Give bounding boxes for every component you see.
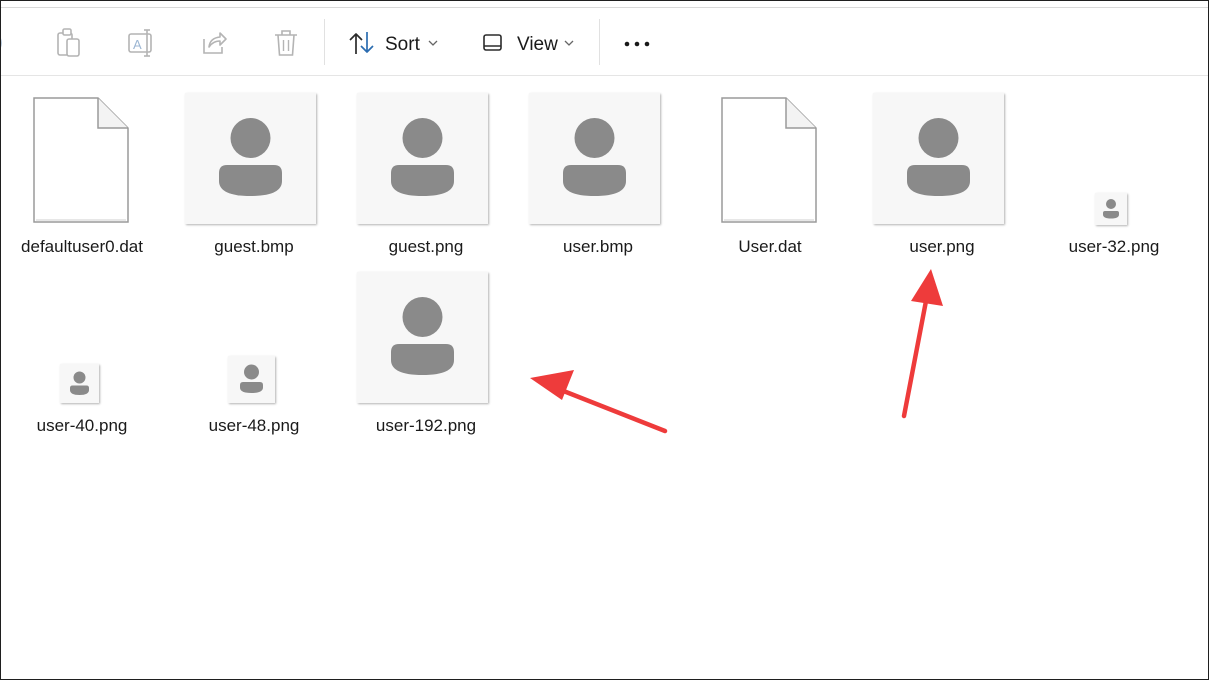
view-icon xyxy=(483,34,502,51)
window-top-border xyxy=(1,7,1208,8)
file-name: guest.png xyxy=(388,237,464,256)
rename-icon[interactable]: A xyxy=(127,25,157,61)
sort-label: Sort xyxy=(385,34,420,55)
sort-arrows-icon xyxy=(349,32,374,54)
svg-text:A: A xyxy=(133,37,142,52)
cut-icon[interactable] xyxy=(1,25,11,61)
file-name: defaultuser0.dat xyxy=(21,237,143,256)
sort-button[interactable]: Sort xyxy=(347,25,443,61)
toolbar-separator xyxy=(324,19,325,65)
image-thumbnail xyxy=(529,93,660,224)
image-thumbnail xyxy=(1095,193,1127,225)
view-button[interactable]: View xyxy=(482,25,582,61)
annotation-arrow-user-192 xyxy=(530,370,668,434)
user-avatar-icon xyxy=(219,118,282,196)
file-name: user-192.png xyxy=(375,416,477,435)
file-name: User.dat xyxy=(738,237,802,256)
view-label: View xyxy=(517,34,558,55)
delete-icon[interactable] xyxy=(273,25,299,61)
document-file-icon xyxy=(33,97,129,223)
image-thumbnail xyxy=(357,93,488,224)
file-name: user-32.png xyxy=(1068,237,1160,256)
image-thumbnail xyxy=(357,272,488,403)
image-thumbnail xyxy=(185,93,316,224)
command-bar: A Sort View xyxy=(1,1,1208,76)
share-icon[interactable] xyxy=(200,25,228,61)
user-avatar-icon xyxy=(391,297,454,375)
annotation-arrow-user-png xyxy=(901,269,943,419)
file-explorer-window: A Sort View defaultuser0.dat guest.bmp g… xyxy=(0,0,1209,680)
user-avatar-icon xyxy=(70,371,89,395)
document-file-icon xyxy=(721,97,817,223)
paste-icon[interactable] xyxy=(55,25,83,61)
toolbar-separator xyxy=(599,19,600,65)
user-avatar-icon xyxy=(240,364,263,393)
file-name: user-48.png xyxy=(208,416,300,435)
user-avatar-icon xyxy=(391,118,454,196)
user-avatar-icon xyxy=(1103,199,1119,219)
user-avatar-icon xyxy=(907,118,970,196)
more-options-button[interactable] xyxy=(621,25,653,61)
chevron-down-icon xyxy=(564,40,574,46)
more-options-icon xyxy=(624,41,650,47)
file-name: guest.bmp xyxy=(214,237,294,256)
user-avatar-icon xyxy=(563,118,626,196)
image-thumbnail xyxy=(228,356,275,403)
image-thumbnail xyxy=(60,364,99,403)
file-name: user-40.png xyxy=(36,416,128,435)
image-thumbnail xyxy=(873,93,1004,224)
file-name: user.bmp xyxy=(563,237,633,256)
chevron-down-icon xyxy=(428,40,438,46)
file-name: user.png xyxy=(909,237,975,256)
